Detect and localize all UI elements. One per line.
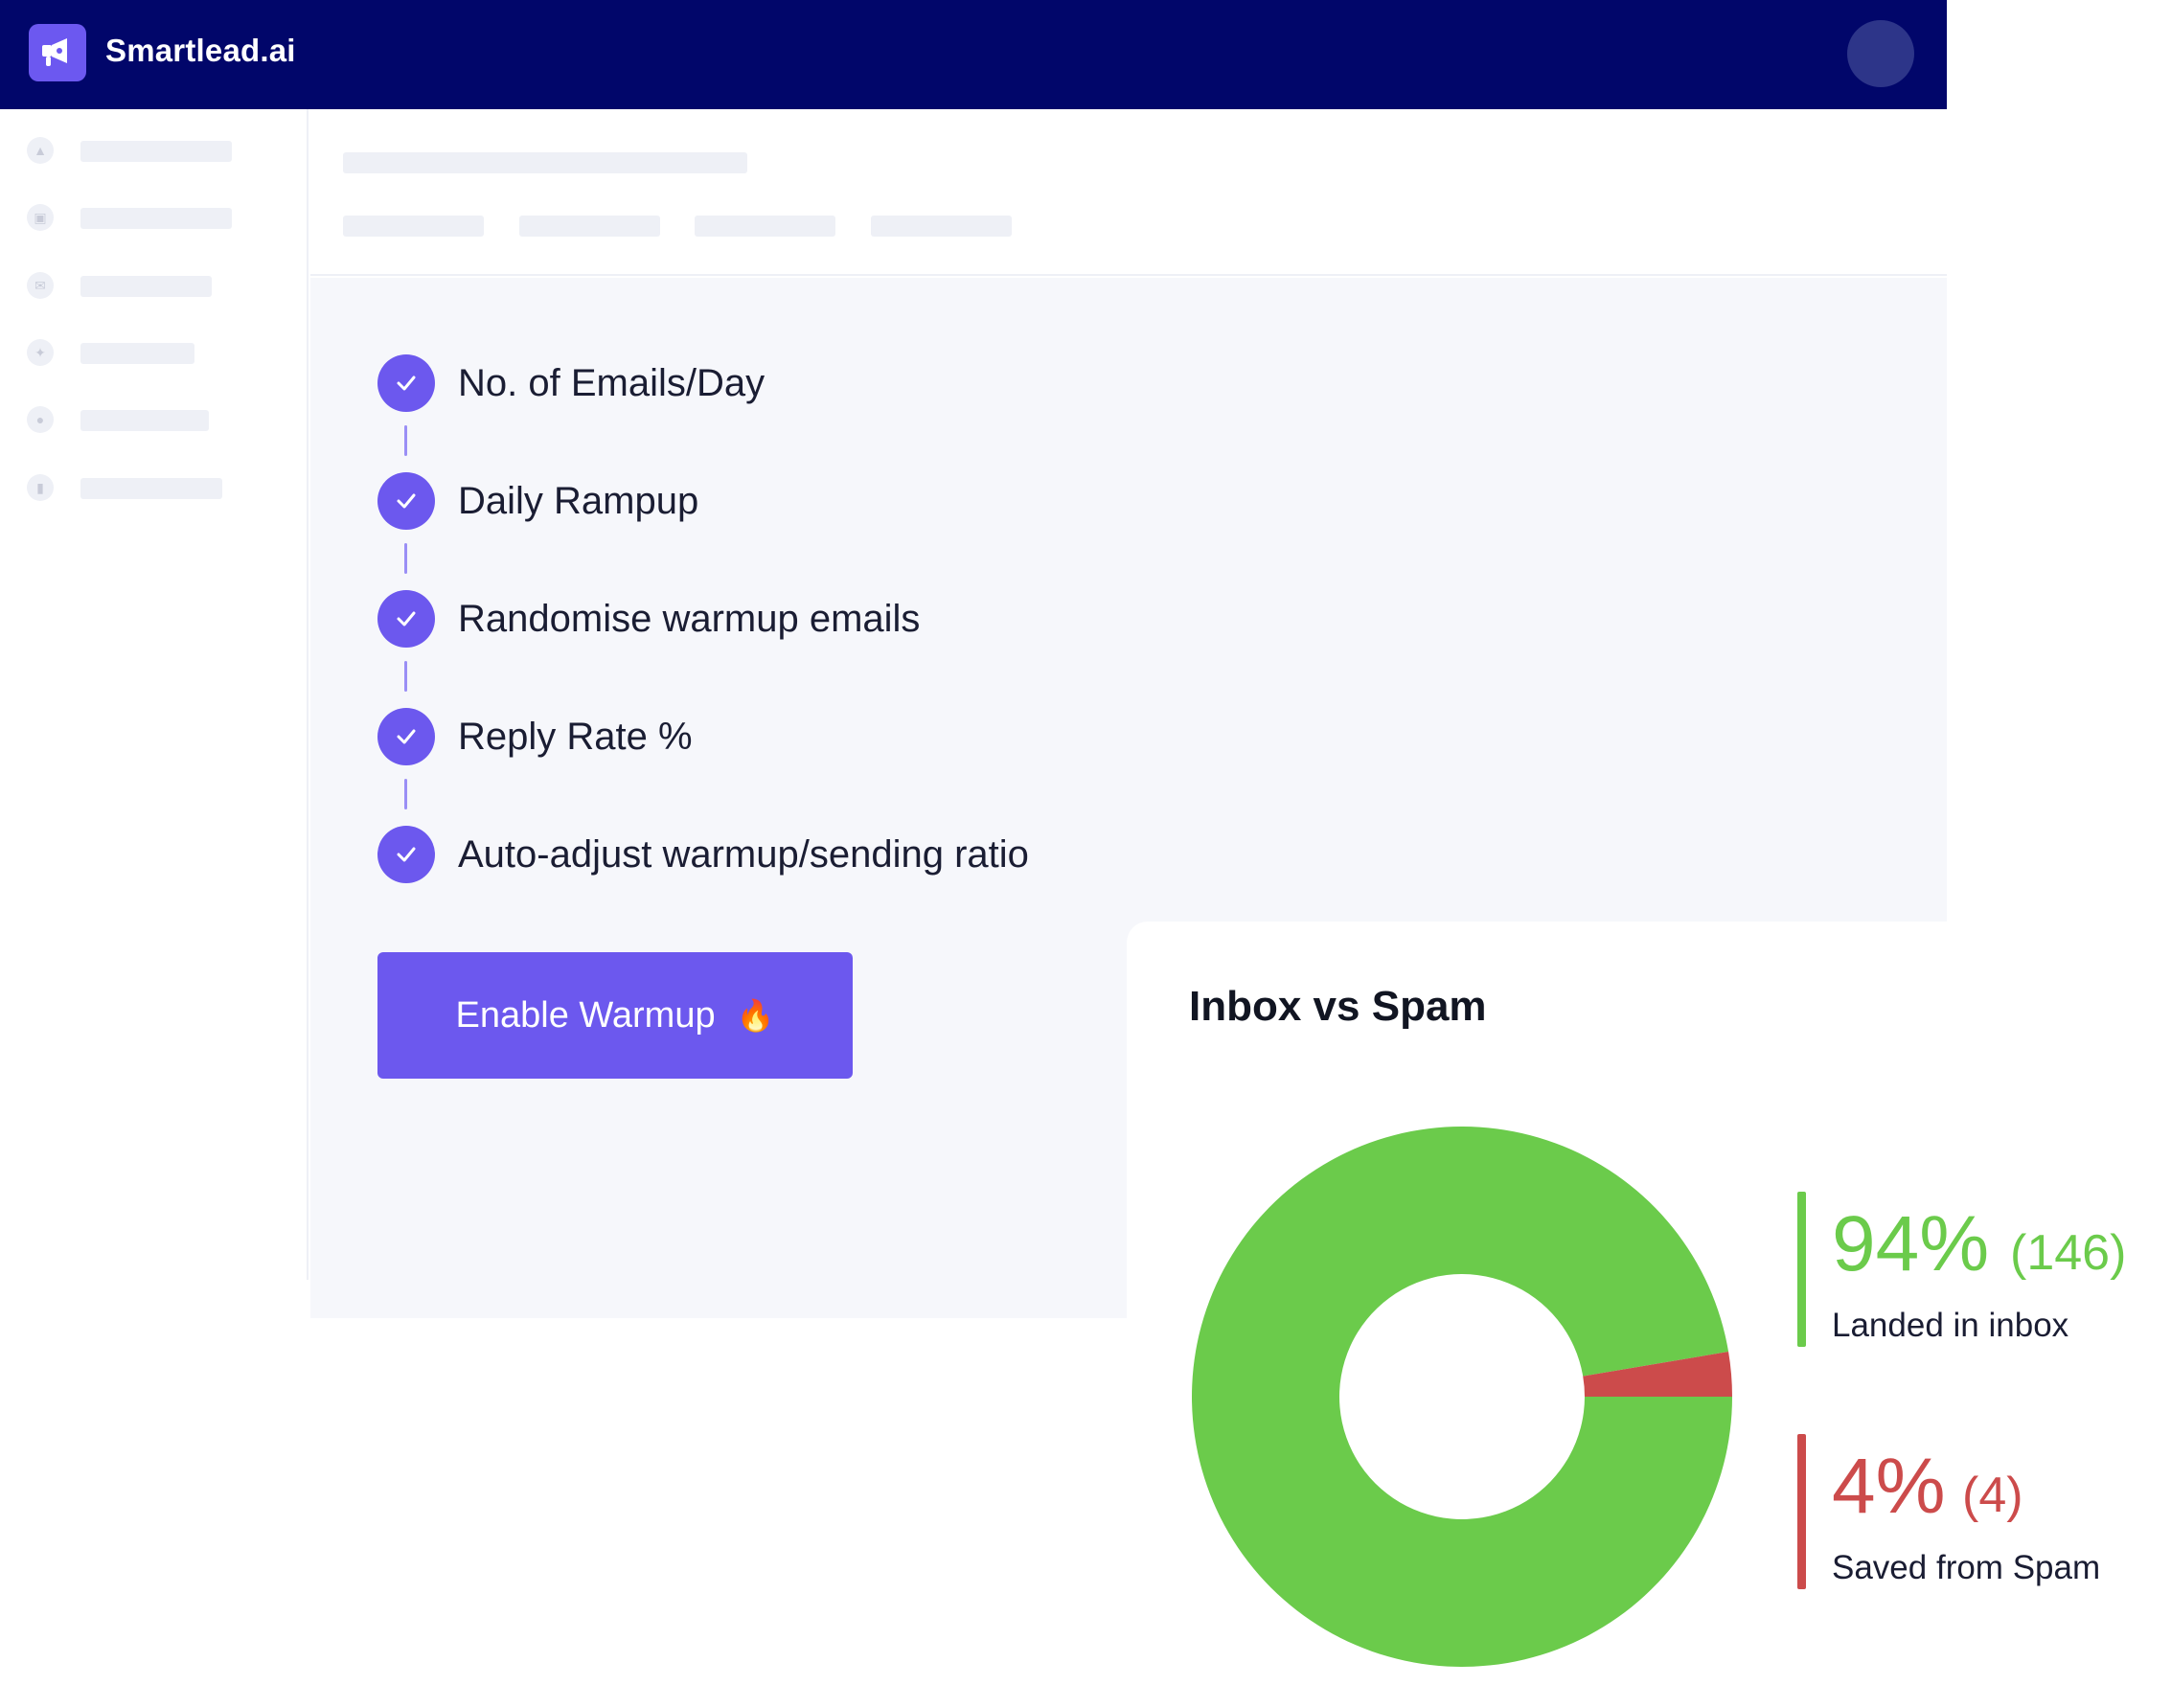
tab-placeholder[interactable] (343, 216, 484, 237)
sidebar-item-email-accounts[interactable]: ✉ (0, 272, 309, 301)
checklist-label: Reply Rate % (458, 716, 693, 758)
sidebar-item-inbox[interactable]: ▣ (0, 204, 309, 233)
tab-placeholder[interactable] (519, 216, 660, 237)
inbox-count: (146) (2010, 1225, 2127, 1281)
tab-placeholder[interactable] (695, 216, 835, 237)
enable-warmup-label: Enable Warmup (455, 994, 716, 1036)
sidebar: ▲ ▣ ✉ ✦ ● ▮ (0, 109, 309, 1280)
top-bar: Smartlead.ai (0, 0, 1947, 109)
sidebar-item-users[interactable]: ● (0, 406, 309, 435)
inbox-label: Landed in inbox (1832, 1307, 2069, 1344)
sidebar-item-placeholder (80, 343, 194, 364)
avatar[interactable] (1847, 20, 1914, 87)
spam-percent: 4% (1832, 1443, 1946, 1530)
checklist-connector (404, 425, 407, 456)
checklist-label: Auto-adjust warmup/sending ratio (458, 833, 1029, 876)
checklist-connector (404, 543, 407, 574)
sidebar-item-analytics[interactable]: ▮ (0, 474, 309, 503)
sidebar-item-placeholder (80, 208, 232, 229)
puzzle-icon: ✦ (27, 339, 54, 366)
sidebar-item-placeholder (80, 141, 232, 162)
page-title-placeholder (343, 152, 747, 173)
checklist-label: Daily Rampup (458, 480, 699, 522)
chart-title: Inbox vs Spam (1189, 983, 1487, 1030)
sidebar-item-placeholder (80, 276, 212, 297)
megaphone-icon: ▲ (27, 137, 54, 164)
user-icon: ● (27, 406, 54, 433)
donut-chart (1192, 1126, 1732, 1667)
sidebar-item-placeholder (80, 410, 209, 431)
mail-icon: ✉ (27, 272, 54, 299)
sidebar-item-placeholder (80, 478, 222, 499)
bar-chart-icon: ▮ (27, 474, 54, 501)
check-icon (377, 590, 435, 648)
checklist-connector (404, 661, 407, 692)
check-icon (377, 708, 435, 765)
check-icon (377, 826, 435, 883)
checklist-connector (404, 779, 407, 809)
checklist-label: Randomise warmup emails (458, 598, 921, 640)
sidebar-item-integrations[interactable]: ✦ (0, 339, 309, 368)
tab-placeholder[interactable] (871, 216, 1012, 237)
inbox-icon: ▣ (27, 204, 54, 231)
spam-count: (4) (1962, 1468, 2023, 1523)
spam-label: Saved from Spam (1832, 1549, 2101, 1586)
checklist-label: No. of Emails/Day (458, 362, 766, 404)
page-header (310, 109, 1947, 276)
spam-legend-bar (1797, 1434, 1806, 1589)
check-icon (377, 354, 435, 412)
fire-icon: 🔥 (736, 998, 775, 1033)
inbox-legend-bar (1797, 1192, 1806, 1347)
logo-icon[interactable] (29, 24, 86, 81)
sidebar-item-campaigns[interactable]: ▲ (0, 137, 309, 166)
inbox-percent: 94% (1832, 1200, 1990, 1287)
brand-name[interactable]: Smartlead.ai (105, 33, 296, 69)
check-icon (377, 472, 435, 530)
enable-warmup-button[interactable]: Enable Warmup 🔥 (377, 952, 853, 1079)
